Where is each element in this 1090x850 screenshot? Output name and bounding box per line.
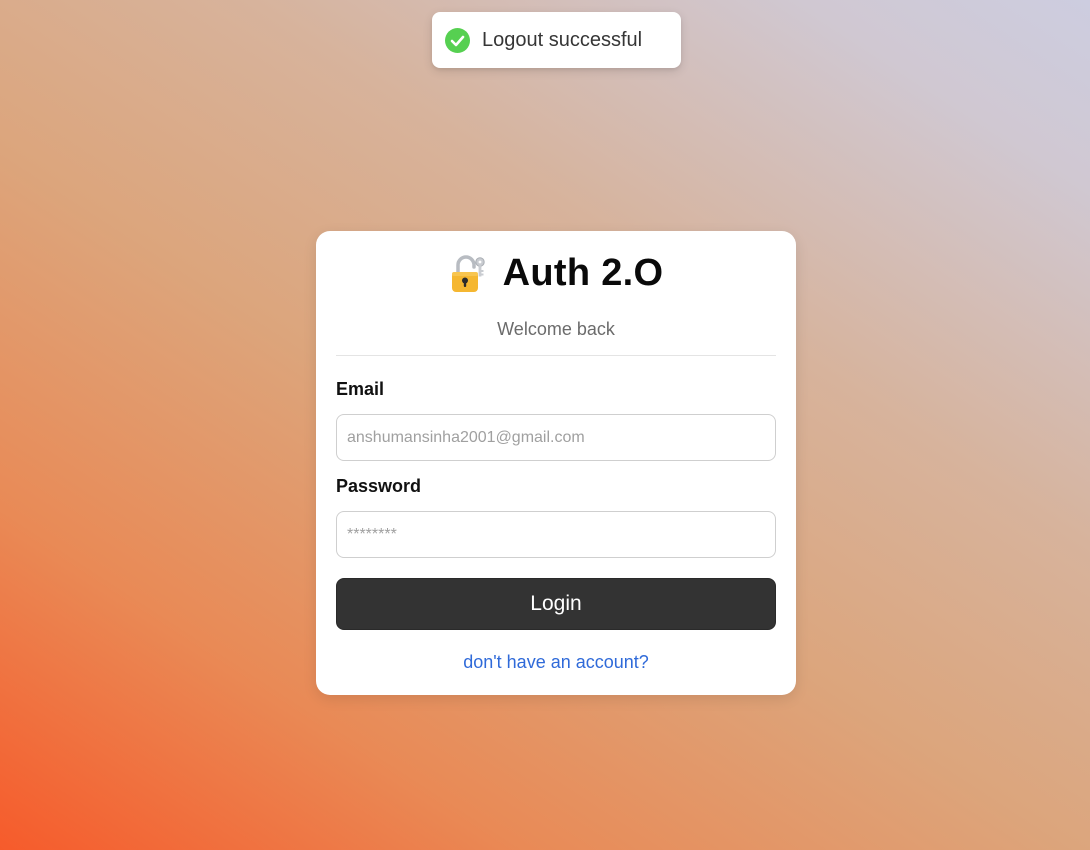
app-title: Auth 2.O — [502, 251, 664, 294]
title-row: Auth 2.O — [316, 251, 796, 295]
toast-notification: Logout successful — [432, 12, 681, 68]
lock-with-key-icon — [449, 253, 489, 293]
password-label: Password — [336, 476, 422, 496]
login-button[interactable]: Login — [336, 578, 776, 630]
email-field[interactable] — [336, 414, 776, 461]
password-field[interactable] — [336, 511, 776, 558]
welcome-text: Welcome back — [497, 319, 615, 339]
login-card: Auth 2.O Welcome back Email Password Log… — [316, 231, 796, 695]
email-label: Email — [336, 379, 385, 399]
signup-link[interactable]: don't have an account? — [316, 652, 796, 673]
check-circle-icon — [445, 27, 470, 53]
toast-message: Logout successful — [482, 28, 643, 51]
divider — [336, 355, 776, 356]
